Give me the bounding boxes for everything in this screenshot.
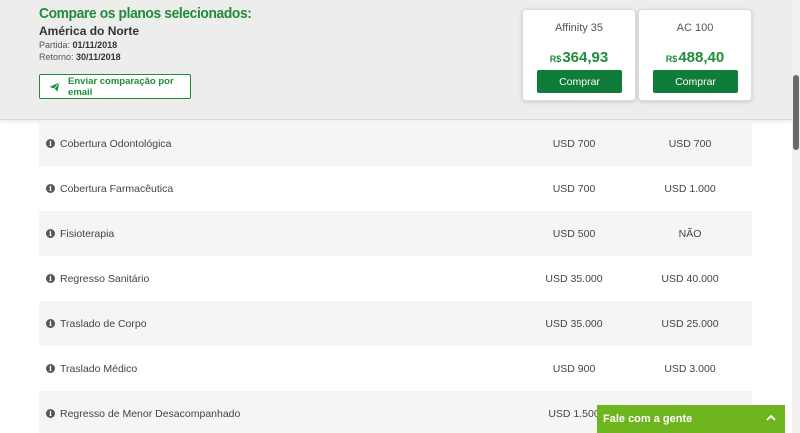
buy-button[interactable]: Comprar	[537, 70, 622, 93]
coverage-label: Traslado Médico	[60, 362, 138, 375]
plan1-value: USD 700	[552, 137, 596, 150]
plan1-value: USD 35.000	[545, 272, 603, 285]
info-icon[interactable]: i	[46, 409, 55, 418]
plan2-value: USD 40.000	[661, 272, 719, 285]
info-icon[interactable]: i	[46, 229, 55, 238]
page: Compare os planos selecionados: América …	[0, 0, 800, 433]
chevron-up-icon	[766, 414, 776, 421]
chat-label: Fale com a gente	[603, 413, 693, 425]
coverage-label: Traslado de Corpo	[60, 317, 147, 330]
price-currency: R$	[665, 54, 678, 64]
plan-name: AC 100	[676, 22, 714, 34]
send-comparison-email-button[interactable]: Enviar comparação por email	[39, 74, 191, 99]
comparison-header: Compare os planos selecionados: América …	[0, 0, 792, 120]
table-row: i Regresso Sanitário USD 35.000 USD 40.0…	[39, 256, 752, 301]
plan2-value: USD 700	[668, 137, 712, 150]
table-row: i Fisioterapia USD 500 NÃO	[39, 211, 752, 256]
paper-plane-icon	[49, 81, 60, 92]
table-row: i Cobertura Farmacêutica USD 700 USD 1.0…	[39, 166, 752, 211]
plan-card-affinity-35: Affinity 35 R$364,93 Comprar	[522, 9, 636, 101]
plan-card-ac-100: AC 100 R$488,40 Comprar	[638, 9, 752, 101]
price-value: 364,93	[562, 49, 609, 66]
page-scrollbar[interactable]	[792, 0, 800, 433]
destination-region: América do Norte	[39, 24, 140, 38]
coverage-label: Regresso de Menor Desacompanhado	[60, 407, 241, 420]
return-date: Retorno: 30/11/2018	[39, 52, 121, 62]
table-row: i Traslado de Corpo USD 35.000 USD 25.00…	[39, 301, 752, 346]
info-icon[interactable]: i	[46, 319, 55, 328]
plan1-value: USD 900	[552, 362, 596, 375]
plan2-value: NÃO	[678, 227, 702, 240]
plan1-value: USD 700	[552, 182, 596, 195]
coverage-label: Fisioterapia	[60, 227, 115, 240]
table-row: i Cobertura Odontológica USD 700 USD 700	[39, 121, 752, 166]
coverage-label: Regresso Sanitário	[60, 272, 150, 285]
coverage-label: Cobertura Farmacêutica	[60, 182, 174, 195]
plan2-value: USD 3.000	[664, 362, 716, 375]
plan-price: R$488,40	[639, 49, 751, 67]
info-icon[interactable]: i	[46, 364, 55, 373]
plan-name: Affinity 35	[554, 22, 604, 34]
return-label: Retorno:	[39, 52, 74, 62]
departure-date: Partida: 01/11/2018	[39, 40, 117, 50]
price-currency: R$	[549, 54, 562, 64]
plan-price: R$364,93	[523, 49, 635, 67]
info-icon[interactable]: i	[46, 139, 55, 148]
email-button-label: Enviar comparação por email	[68, 75, 174, 98]
table-row: i Traslado Médico USD 900 USD 3.000	[39, 346, 752, 391]
chat-widget-button[interactable]: Fale com a gente	[597, 405, 785, 433]
scrollbar-thumb[interactable]	[793, 75, 799, 150]
plan1-value: USD 35.000	[545, 317, 603, 330]
return-value: 30/11/2018	[76, 52, 121, 62]
coverage-table: i Cobertura Odontológica USD 700 USD 700…	[39, 121, 752, 433]
coverage-label: Cobertura Odontológica	[60, 137, 172, 150]
plan2-value: USD 1.000	[664, 182, 716, 195]
plan2-value: USD 25.000	[661, 317, 719, 330]
departure-value: 01/11/2018	[72, 40, 118, 50]
buy-button[interactable]: Comprar	[653, 70, 738, 93]
departure-label: Partida:	[39, 40, 71, 50]
price-value: 488,40	[678, 49, 725, 66]
page-title: Compare os planos selecionados:	[39, 5, 252, 22]
info-icon[interactable]: i	[46, 184, 55, 193]
info-icon[interactable]: i	[46, 274, 55, 283]
plan1-value: USD 500	[552, 227, 596, 240]
